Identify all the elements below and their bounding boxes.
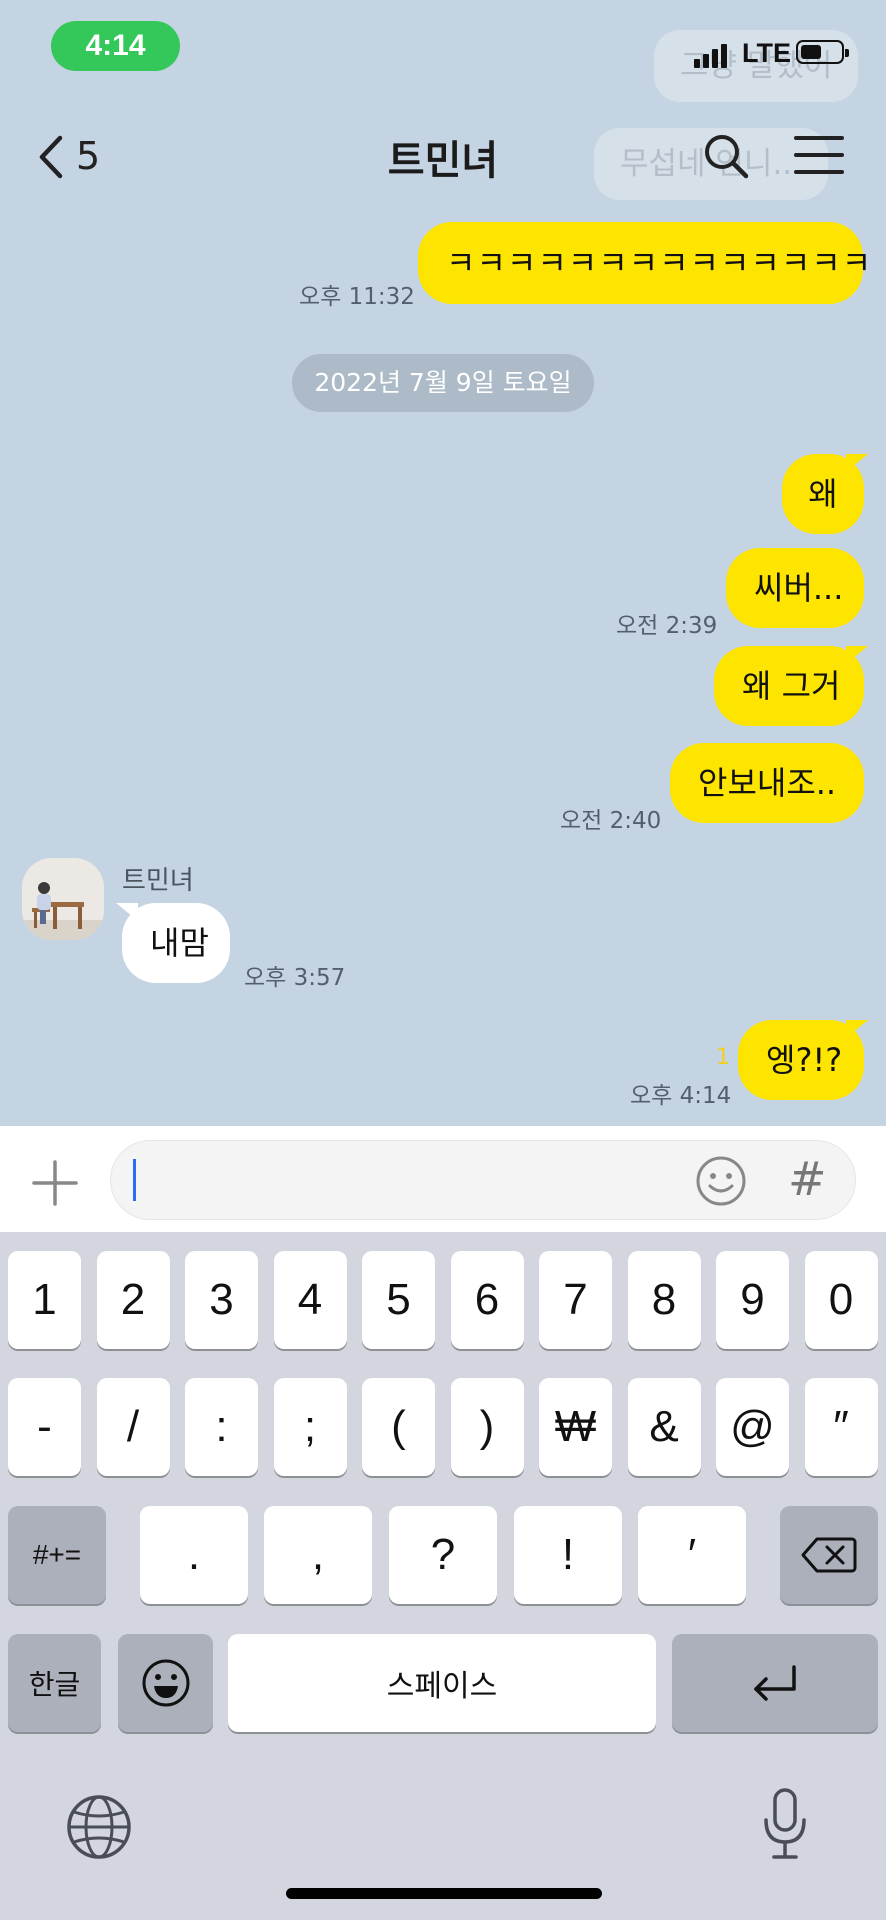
bubble-tail (846, 646, 868, 664)
message-time: 오전 2:39 (616, 613, 718, 639)
backspace-key[interactable] (780, 1506, 878, 1604)
symbol-key[interactable]: ″ (804, 1378, 878, 1476)
search-icon[interactable] (700, 130, 752, 182)
home-indicator (286, 1888, 602, 1899)
bubble-tail (116, 903, 138, 921)
return-key[interactable] (672, 1634, 878, 1732)
message-bubble[interactable]: 안보내조.. (670, 743, 864, 823)
backspace-icon (801, 1537, 857, 1573)
message-time: 오후 3:57 (244, 965, 346, 991)
bubble-tail (846, 1020, 868, 1038)
key-exclamation[interactable]: ! (514, 1506, 622, 1604)
key-symbol-mode[interactable]: #+= (8, 1506, 106, 1604)
number-key[interactable]: 2 (96, 1251, 170, 1349)
bubble-tail (846, 454, 868, 472)
emoji-keyboard-icon (142, 1659, 189, 1707)
number-key[interactable]: 1 (8, 1251, 81, 1349)
symbol-key[interactable]: ) (450, 1378, 524, 1476)
symbol-key[interactable]: ₩ (539, 1378, 612, 1476)
network-type: LTE (742, 38, 791, 68)
message-bubble[interactable]: 내맘 (122, 903, 230, 983)
battery-icon (796, 40, 849, 64)
message-time: 오후 4:14 (630, 1083, 732, 1109)
key-question[interactable]: ? (389, 1506, 497, 1604)
globe-icon[interactable] (64, 1792, 134, 1862)
symbol-key[interactable]: : (185, 1378, 258, 1476)
symbol-key[interactable]: / (96, 1378, 170, 1476)
number-key[interactable]: 0 (804, 1251, 878, 1349)
space-key[interactable]: 스페이스 (228, 1634, 656, 1732)
plus-icon[interactable] (30, 1158, 80, 1208)
date-divider: 2022년 7월 9일 토요일 (292, 354, 594, 412)
symbol-key[interactable]: - (8, 1378, 81, 1476)
number-key[interactable]: 6 (450, 1251, 524, 1349)
emoticon-icon[interactable] (694, 1154, 748, 1208)
symbol-key[interactable]: & (627, 1378, 701, 1476)
menu-icon[interactable] (794, 134, 844, 176)
symbol-key[interactable]: ( (362, 1378, 435, 1476)
text-cursor (133, 1159, 136, 1201)
key-language-korean[interactable]: 한글 (8, 1634, 101, 1732)
symbol-key[interactable]: ; (273, 1378, 347, 1476)
message-time: 오전 2:40 (560, 808, 662, 834)
message-time: 오후 11:32 (299, 284, 415, 310)
message-bubble[interactable]: 왜 그거 (714, 646, 864, 726)
unread-count: 1 (716, 1045, 730, 1070)
sender-name: 트민녀 (122, 866, 194, 896)
number-key[interactable]: 3 (185, 1251, 258, 1349)
microphone-icon[interactable] (760, 1786, 810, 1862)
number-key[interactable]: 5 (362, 1251, 435, 1349)
number-key[interactable]: 7 (539, 1251, 612, 1349)
return-icon (754, 1665, 796, 1701)
message-bubble[interactable]: 씨버... (726, 548, 864, 628)
key-period[interactable]: . (140, 1506, 248, 1604)
status-time: 4:14 (51, 21, 180, 71)
hashtag-icon[interactable]: # (788, 1152, 827, 1206)
signal-icon (694, 40, 728, 68)
chat-title: 트민녀 (387, 138, 499, 184)
number-key[interactable]: 4 (273, 1251, 347, 1349)
message-bubble[interactable]: ㅋㅋㅋㅋㅋㅋㅋㅋㅋㅋㅋㅋㅋㅋ (418, 222, 871, 304)
number-key[interactable]: 8 (627, 1251, 701, 1349)
key-emoji[interactable] (118, 1634, 213, 1732)
key-apostrophe[interactable]: ′ (638, 1506, 746, 1604)
key-comma[interactable]: , (264, 1506, 372, 1604)
avatar[interactable] (22, 858, 104, 940)
symbol-key[interactable]: @ (716, 1378, 789, 1476)
number-key[interactable]: 9 (716, 1251, 789, 1349)
